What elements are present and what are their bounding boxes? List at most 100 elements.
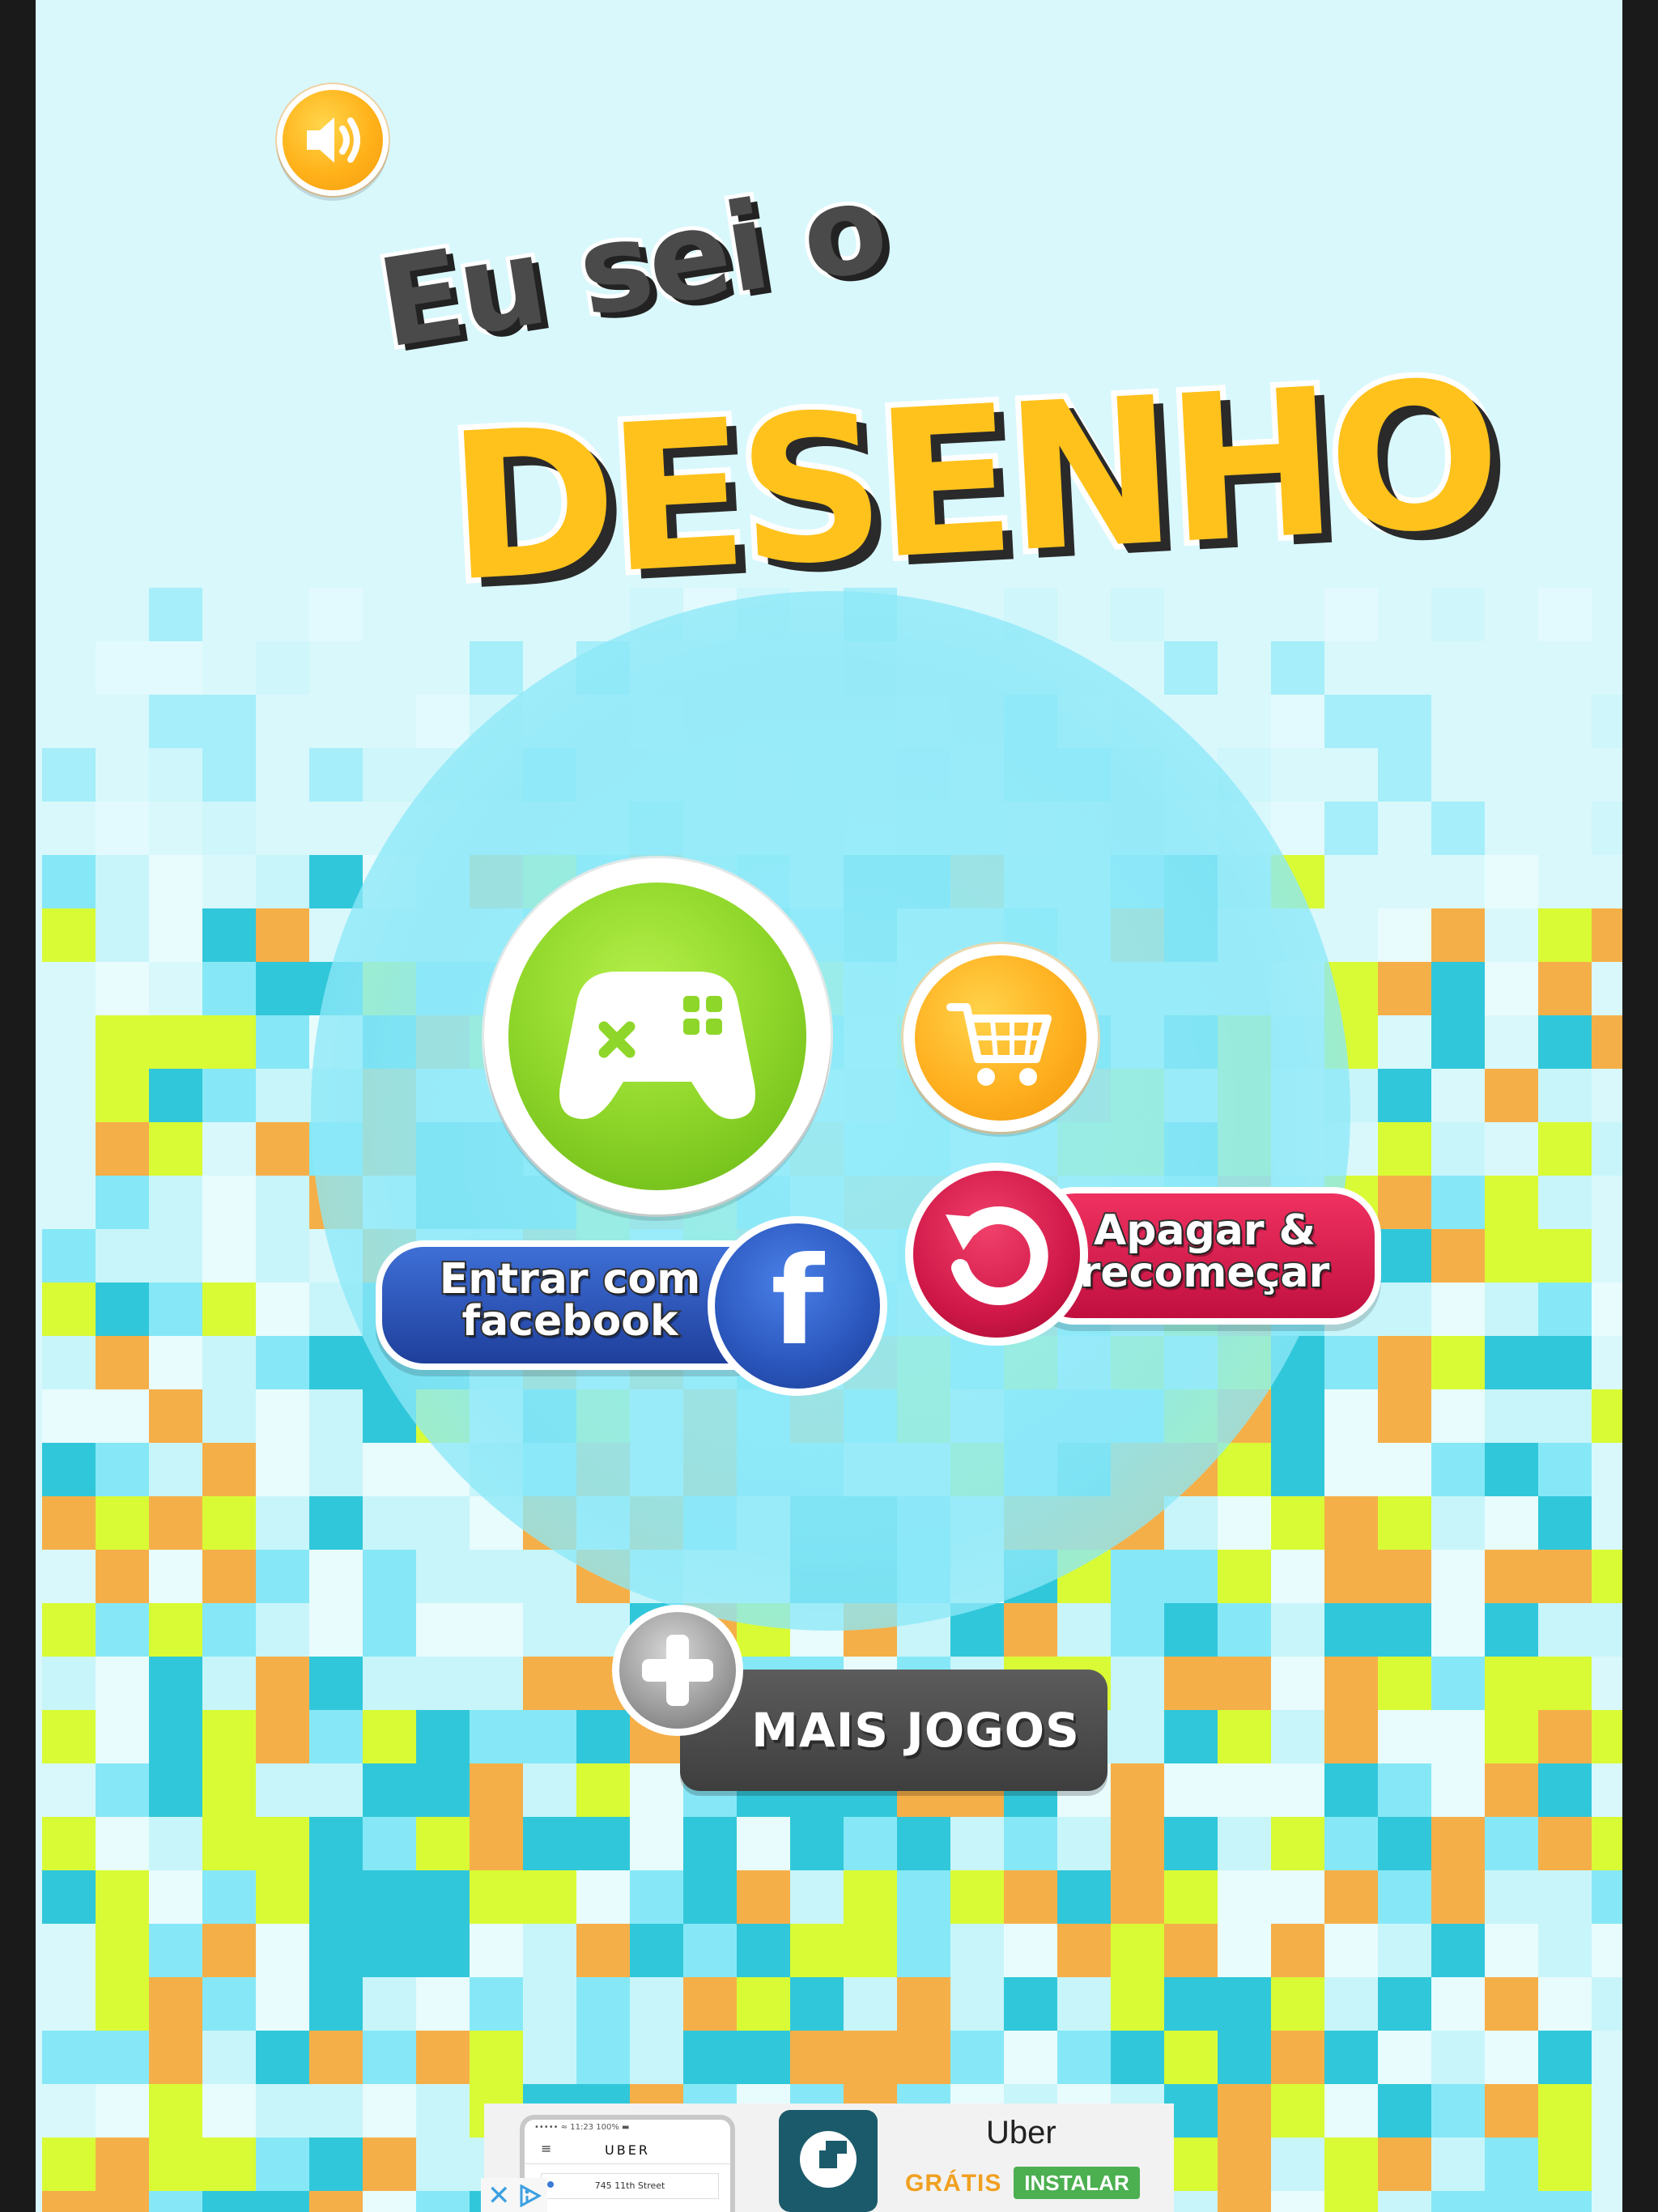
- facebook-login-button[interactable]: Entrar com facebook f: [376, 1216, 887, 1396]
- ad-preview-address: 745 11th Street: [541, 2173, 719, 2199]
- mosaic-tile: [1431, 908, 1485, 962]
- mosaic-tile: [202, 802, 256, 855]
- mosaic-tile: [416, 695, 470, 748]
- mosaic-tile: [96, 1763, 149, 1817]
- mosaic-tile: [790, 1870, 844, 1924]
- ad-install-button[interactable]: INSTALAR: [1014, 2167, 1140, 2199]
- more-games-button[interactable]: MAIS JOGOS: [612, 1605, 1107, 1791]
- mosaic-tile: [42, 1817, 96, 1870]
- mosaic-tile: [256, 1550, 309, 1603]
- mosaic-tile: [1431, 1977, 1485, 2031]
- mosaic-tile: [1218, 1763, 1271, 1817]
- mosaic-tile: [96, 641, 149, 695]
- mosaic-tile: [1538, 1603, 1592, 1657]
- mosaic-tile: [149, 1283, 202, 1336]
- ad-banner[interactable]: ••••• ≈ 11:23 100% ▬ ≡ UBER 745 11th Str…: [484, 2104, 1174, 2212]
- mosaic-tile: [1431, 1924, 1485, 1977]
- mosaic-tile: [96, 1924, 149, 1977]
- mosaic-tile: [1324, 802, 1378, 855]
- mosaic-tile: [202, 748, 256, 802]
- mosaic-tile: [576, 1870, 630, 1924]
- mosaic-tile: [149, 1496, 202, 1550]
- mosaic-tile: [1485, 962, 1538, 1015]
- mosaic-tile: [416, 1657, 470, 1710]
- shopping-cart-icon: [946, 1003, 1052, 1086]
- mosaic-tile: [363, 1817, 416, 1870]
- mosaic-tile: [1431, 1336, 1485, 1389]
- mosaic-tile: [1378, 1924, 1431, 1977]
- mosaic-tile: [523, 1924, 576, 1977]
- mosaic-tile: [470, 1817, 523, 1870]
- mosaic-tile: [149, 1817, 202, 1870]
- mosaic-tile: [1004, 1870, 1057, 1924]
- mosaic-tile: [737, 1924, 790, 1977]
- mosaic-tile: [523, 1603, 576, 1657]
- mosaic-tile: [309, 1336, 363, 1389]
- ad-preview-brand: UBER: [605, 2142, 650, 2158]
- mosaic-tile: [96, 1443, 149, 1496]
- mosaic-tile: [416, 1977, 470, 2031]
- reset-progress-button[interactable]: Apagar & recomeçar: [905, 1163, 1381, 1346]
- mosaic-tile: [202, 1603, 256, 1657]
- mosaic-tile: [897, 1924, 950, 1977]
- mosaic-tile: [1378, 1389, 1431, 1443]
- mosaic-tile: [96, 1389, 149, 1443]
- mosaic-tile: [42, 2138, 96, 2191]
- mosaic-tile: [1324, 588, 1378, 641]
- mosaic-tile: [416, 2138, 470, 2191]
- mosaic-tile: [1538, 908, 1592, 962]
- mosaic-tile: [1164, 1870, 1218, 1924]
- adchoices-icon[interactable]: [518, 2184, 542, 2207]
- mosaic-tile: [790, 1817, 844, 1870]
- mosaic-tile: [1324, 1763, 1378, 1817]
- mosaic-tile: [1378, 695, 1431, 748]
- mosaic-tile: [1378, 908, 1431, 962]
- mosaic-tile: [96, 908, 149, 962]
- mosaic-tile: [1057, 2031, 1111, 2084]
- sound-toggle-button[interactable]: [277, 84, 389, 196]
- shop-button[interactable]: [903, 944, 1098, 1132]
- mosaic-tile: [1592, 1015, 1622, 1069]
- mosaic-tile: [950, 2031, 1004, 2084]
- mosaic-tile: [1164, 1710, 1218, 1763]
- play-button[interactable]: [484, 858, 831, 1214]
- mosaic-tile: [1378, 1550, 1431, 1603]
- mosaic-tile: [1538, 1550, 1592, 1603]
- mosaic-tile: [1271, 1389, 1324, 1443]
- mosaic-tile: [1592, 1283, 1622, 1336]
- mosaic-tile: [202, 1443, 256, 1496]
- mosaic-tile: [1111, 1817, 1164, 1870]
- mosaic-tile: [96, 2031, 149, 2084]
- mosaic-tile: [309, 1977, 363, 2031]
- mosaic-tile: [1378, 1336, 1431, 1389]
- mosaic-tile: [96, 802, 149, 855]
- mosaic-tile: [363, 1710, 416, 1763]
- mosaic-tile: [149, 1229, 202, 1283]
- mosaic-tile: [1271, 1657, 1324, 1710]
- mosaic-tile: [1431, 1870, 1485, 1924]
- mosaic-tile: [1431, 1763, 1485, 1817]
- mosaic-tile: [1164, 1924, 1218, 1977]
- mosaic-tile: [1538, 588, 1592, 641]
- mosaic-tile: [1592, 802, 1622, 855]
- mosaic-tile: [149, 588, 202, 641]
- mosaic-tile: [1324, 1443, 1378, 1496]
- mosaic-tile: [1378, 1870, 1431, 1924]
- mosaic-tile: [256, 1870, 309, 1924]
- mosaic-tile: [149, 1015, 202, 1069]
- mosaic-tile: [1538, 962, 1592, 1015]
- mosaic-tile: [1431, 2031, 1485, 2084]
- mosaic-tile: [149, 2084, 202, 2138]
- mosaic-tile: [256, 2138, 309, 2191]
- mosaic-tile: [1378, 1176, 1431, 1229]
- ad-preview-statusbar: ••••• ≈ 11:23 100% ▬: [534, 2123, 630, 2132]
- close-icon[interactable]: ✕: [487, 2180, 511, 2212]
- mosaic-tile: [149, 748, 202, 802]
- mosaic-tile: [1538, 2191, 1592, 2212]
- mosaic-tile: [1111, 1657, 1164, 1710]
- ad-choices[interactable]: ✕: [481, 2178, 547, 2212]
- mosaic-tile: [1378, 2191, 1431, 2212]
- mosaic-tile: [202, 1283, 256, 1336]
- mosaic-tile: [42, 1870, 96, 1924]
- mosaic-tile: [256, 1176, 309, 1229]
